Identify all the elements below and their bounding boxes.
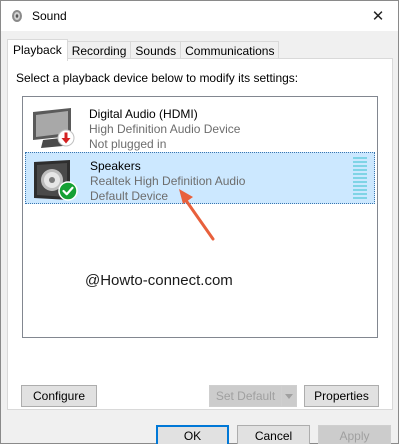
annotation-arrow-icon xyxy=(179,189,215,241)
ok-button[interactable]: OK xyxy=(156,425,229,444)
configure-button[interactable]: Configure xyxy=(21,385,97,407)
close-button[interactable]: ✕ xyxy=(364,4,392,28)
device-item-hdmi[interactable]: Digital Audio (HDMI) High Definition Aud… xyxy=(25,101,375,153)
watermark-text: @Howto-connect.com xyxy=(85,272,233,289)
cancel-button[interactable]: Cancel xyxy=(237,425,310,444)
sound-dialog: Sound ✕ Playback Recording Sounds Commun… xyxy=(0,0,399,444)
device-description: Realtek High Definition Audio xyxy=(90,174,246,188)
speaker-app-icon xyxy=(12,10,22,22)
device-name: Speakers xyxy=(90,159,141,173)
volume-level-meter xyxy=(353,157,367,199)
apply-button[interactable]: Apply xyxy=(318,425,391,444)
properties-button[interactable]: Properties xyxy=(304,385,379,407)
tab-strip: Playback Recording Sounds Communications xyxy=(7,39,280,61)
red-down-arrow-badge-icon xyxy=(57,129,75,147)
title-bar: Sound ✕ xyxy=(1,1,398,31)
device-status: Default Device xyxy=(90,189,169,203)
set-default-dropdown[interactable] xyxy=(281,385,297,407)
instruction-text: Select a playback device below to modify… xyxy=(16,71,299,85)
green-check-badge-icon xyxy=(58,181,78,201)
device-status: Not plugged in xyxy=(89,137,167,151)
window-title: Sound xyxy=(32,9,67,23)
device-name: Digital Audio (HDMI) xyxy=(89,107,198,121)
tab-playback[interactable]: Playback xyxy=(7,39,68,61)
set-default-button[interactable]: Set Default xyxy=(209,385,282,407)
device-description: High Definition Audio Device xyxy=(89,122,241,136)
chevron-down-icon xyxy=(285,393,293,399)
close-icon: ✕ xyxy=(371,8,385,25)
